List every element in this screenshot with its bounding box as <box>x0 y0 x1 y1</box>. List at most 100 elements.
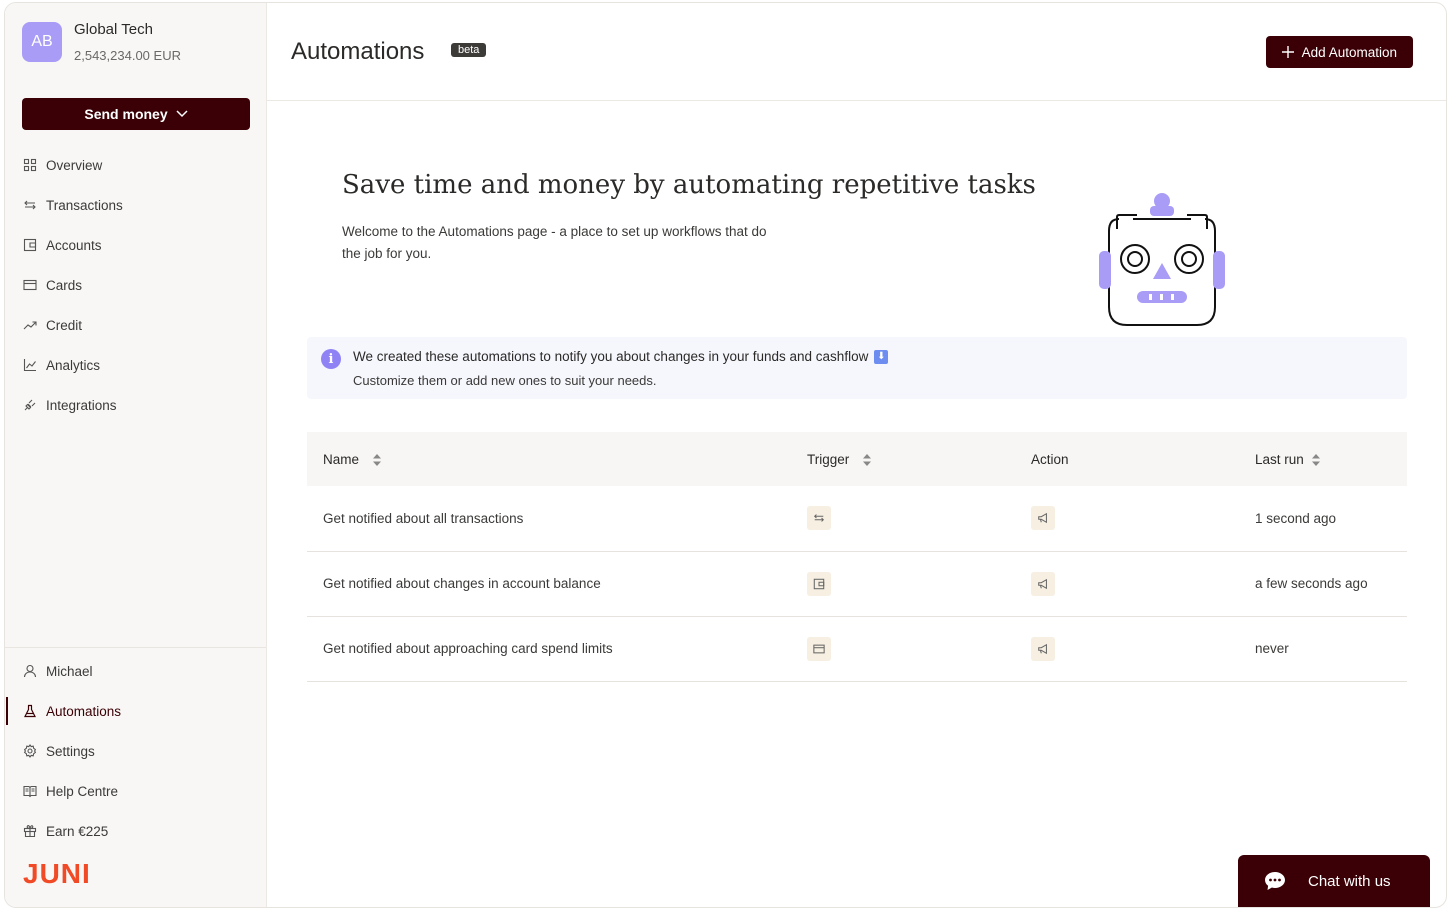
column-label: Name <box>323 451 360 467</box>
robot-illustration <box>1099 193 1225 326</box>
sidebar-item-integrations[interactable]: Integrations <box>5 385 266 425</box>
page-header: Automations beta Add Automation <box>267 3 1446 101</box>
gift-icon <box>23 824 37 838</box>
sidebar-item-label: Credit <box>46 317 83 333</box>
hero-description: Welcome to the Automations page - a plac… <box>342 224 767 261</box>
info-line-1: We created these automations to notify y… <box>353 349 889 364</box>
megaphone-icon <box>1031 506 1055 531</box>
sidebar-item-earn[interactable]: Earn €225 <box>5 811 266 851</box>
sidebar-item-label: Earn €225 <box>46 823 109 839</box>
gear-icon <box>23 744 37 758</box>
table-row[interactable]: Get notified about changes in account ba… <box>307 551 1407 617</box>
book-icon <box>23 784 37 798</box>
trigger-cell <box>791 616 1015 682</box>
arrows-icon <box>807 506 831 531</box>
column-header-action: Action <box>1015 432 1239 486</box>
chevron-down-icon <box>176 110 188 118</box>
sidebar-item-automations[interactable]: Automations <box>5 691 266 731</box>
automation-name: Get notified about changes in account ba… <box>307 551 791 617</box>
trigger-cell <box>791 486 1015 552</box>
sidebar-item-label: Help Centre <box>46 783 119 799</box>
table-row[interactable]: Get notified about all transactions 1 se… <box>307 486 1407 552</box>
sort-icon <box>1311 453 1320 466</box>
sidebar-item-credit[interactable]: Credit <box>5 305 266 345</box>
secondary-nav: Michael Automations Settings Help Centre… <box>5 647 266 851</box>
column-label: Action <box>1031 451 1069 467</box>
sidebar-item-label: Integrations <box>46 397 117 413</box>
automations-table: Name Trigger Action Last run Get notifie… <box>307 432 1407 682</box>
user-icon <box>23 664 37 678</box>
chat-label: Chat with us <box>1308 872 1391 890</box>
megaphone-icon <box>1031 571 1055 596</box>
hero-title: Save time and money by automating repeti… <box>342 170 1036 200</box>
org-balance: 2,543,234.00 EUR <box>74 48 181 63</box>
sort-icon <box>863 453 872 466</box>
megaphone-icon <box>1031 636 1055 661</box>
card-icon <box>807 636 831 661</box>
beta-badge: beta <box>451 43 487 57</box>
column-label: Last run <box>1255 451 1304 467</box>
add-automation-label: Add Automation <box>1301 44 1397 60</box>
card-icon <box>23 278 37 292</box>
sort-icon <box>372 453 381 466</box>
action-cell <box>1015 616 1239 682</box>
sidebar-item-accounts[interactable]: Accounts <box>5 225 266 265</box>
sidebar: AB Global Tech 2,543,234.00 EUR Send mon… <box>5 3 267 907</box>
wallet-icon <box>807 571 831 596</box>
page-title: Automations <box>291 38 425 65</box>
sidebar-item-label: Michael <box>46 663 93 679</box>
org-name: Global Tech <box>74 21 153 38</box>
chart-icon <box>23 358 37 372</box>
chat-bubble-icon <box>1265 872 1285 890</box>
sidebar-item-label: Overview <box>46 157 103 173</box>
sidebar-item-analytics[interactable]: Analytics <box>5 345 266 385</box>
main-content: Automations beta Add Automation Save tim… <box>267 3 1446 907</box>
sidebar-item-label: Automations <box>46 703 122 719</box>
plug-icon <box>23 398 37 412</box>
automation-name: Get notified about all transactions <box>307 486 791 552</box>
trigger-cell <box>791 551 1015 617</box>
automation-name: Get notified about approaching card spen… <box>307 616 791 682</box>
sidebar-item-help-centre[interactable]: Help Centre <box>5 771 266 811</box>
last-run: a few seconds ago <box>1239 551 1407 617</box>
wallet-icon <box>23 238 37 252</box>
column-header-last-run[interactable]: Last run <box>1239 432 1407 486</box>
info-banner: i We created these automations to notify… <box>307 337 1407 399</box>
action-cell <box>1015 486 1239 552</box>
column-label: Trigger <box>807 451 850 467</box>
last-run: 1 second ago <box>1239 486 1407 552</box>
app-window: AB Global Tech 2,543,234.00 EUR Send mon… <box>4 2 1447 908</box>
sidebar-item-transactions[interactable]: Transactions <box>5 185 266 225</box>
primary-nav: Overview Transactions Accounts Cards Cre… <box>5 145 266 425</box>
trend-icon <box>23 318 37 332</box>
plus-icon <box>1281 46 1294 58</box>
sidebar-item-overview[interactable]: Overview <box>5 145 266 185</box>
down-arrow-icon: ⬇ <box>874 349 889 364</box>
sidebar-item-label: Transactions <box>46 197 123 213</box>
sidebar-item-label: Analytics <box>46 357 101 373</box>
info-line-2: Customize them or add new ones to suit y… <box>353 373 657 388</box>
send-money-button[interactable]: Send money <box>22 98 250 130</box>
last-run: never <box>1239 616 1407 682</box>
org-switcher[interactable]: AB Global Tech 2,543,234.00 EUR <box>22 21 181 63</box>
chat-with-us-button[interactable]: Chat with us <box>1238 855 1430 907</box>
sidebar-item-label: Cards <box>46 277 83 293</box>
arrows-icon <box>23 198 37 212</box>
send-money-label: Send money <box>84 106 168 122</box>
sidebar-item-settings[interactable]: Settings <box>5 731 266 771</box>
grid-icon <box>23 158 37 172</box>
info-line-1-text: We created these automations to notify y… <box>353 349 869 364</box>
add-automation-button[interactable]: Add Automation <box>1265 36 1413 68</box>
table-header-row: Name Trigger Action Last run <box>307 432 1407 486</box>
flask-icon <box>23 704 37 718</box>
table-row[interactable]: Get notified about approaching card spen… <box>307 616 1407 682</box>
sidebar-item-label: Settings <box>46 743 95 759</box>
sidebar-item-cards[interactable]: Cards <box>5 265 266 305</box>
sidebar-item-profile[interactable]: Michael <box>5 651 266 691</box>
column-header-trigger[interactable]: Trigger <box>791 432 1015 486</box>
column-header-name[interactable]: Name <box>307 432 791 486</box>
juni-logo: JUNI <box>23 858 91 889</box>
info-icon: i <box>321 349 341 369</box>
avatar: AB <box>22 22 62 62</box>
sidebar-item-label: Accounts <box>46 237 102 253</box>
